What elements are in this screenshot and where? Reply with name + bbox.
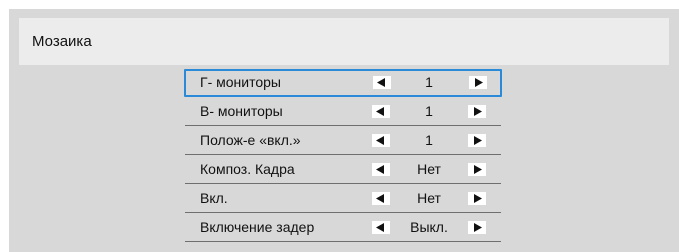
right-arrow-icon[interactable] xyxy=(468,163,486,176)
menu-row-value: 1 xyxy=(425,103,433,119)
menu-row-label: Г- мониторы xyxy=(200,74,281,90)
menu-row-frame-comp[interactable]: Композ. Кадра Нет xyxy=(185,156,501,184)
left-arrow-icon[interactable] xyxy=(372,192,390,205)
menu-row-value: 1 xyxy=(425,74,433,90)
right-arrow-icon[interactable] xyxy=(468,134,486,147)
osd-window: Мозаика Г- мониторы 1 В- мониторы 1 Поло… xyxy=(9,9,679,252)
left-arrow-icon[interactable] xyxy=(372,163,390,176)
menu-row-switch-on-delay[interactable]: Включение задер Выкл. xyxy=(185,214,501,242)
right-arrow-icon[interactable] xyxy=(468,105,486,118)
window-title: Мозаика xyxy=(19,18,669,65)
menu-row-enable[interactable]: Вкл. Нет xyxy=(185,185,501,213)
menu-row-value: Нет xyxy=(417,161,441,177)
menu-row-h-monitors[interactable]: Г- мониторы 1 xyxy=(184,69,502,97)
menu-row-label: Композ. Кадра xyxy=(200,161,295,177)
menu-row-value: Выкл. xyxy=(410,219,448,235)
right-arrow-icon[interactable] xyxy=(468,192,486,205)
left-arrow-icon[interactable] xyxy=(372,105,390,118)
menu-row-label: В- мониторы xyxy=(200,103,283,119)
menu-row-label: Вкл. xyxy=(200,190,228,206)
menu-row-value: 1 xyxy=(425,132,433,148)
settings-menu: Г- мониторы 1 В- мониторы 1 Полож-е «вкл… xyxy=(184,69,502,243)
right-arrow-icon[interactable] xyxy=(469,76,487,89)
left-arrow-icon[interactable] xyxy=(372,134,390,147)
right-arrow-icon[interactable] xyxy=(468,221,486,234)
menu-row-value: Нет xyxy=(417,190,441,206)
menu-row-label: Включение задер xyxy=(200,219,315,235)
menu-row-position[interactable]: Полож-е «вкл.» 1 xyxy=(185,127,501,155)
menu-row-v-monitors[interactable]: В- мониторы 1 xyxy=(185,98,501,126)
left-arrow-icon[interactable] xyxy=(372,221,390,234)
menu-row-label: Полож-е «вкл.» xyxy=(200,132,301,148)
left-arrow-icon[interactable] xyxy=(373,76,391,89)
